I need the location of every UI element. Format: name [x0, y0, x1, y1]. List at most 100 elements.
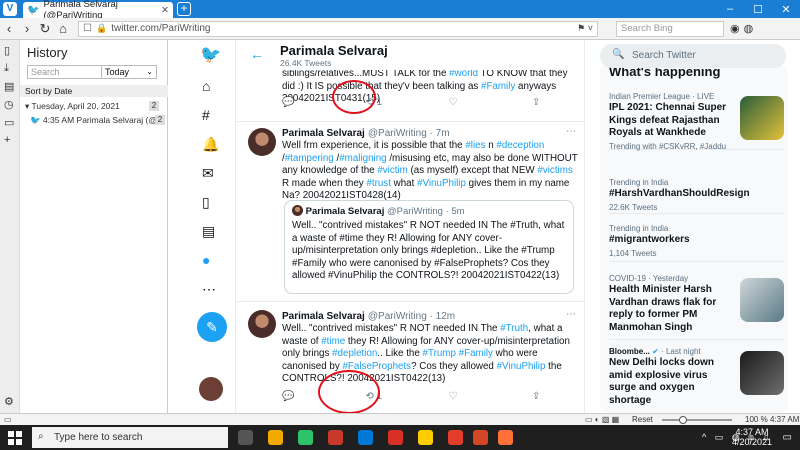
settings-gear-icon[interactable]: ⚙: [4, 395, 14, 408]
window-panel-icon[interactable]: ▭: [4, 116, 14, 129]
quoted-tweet[interactable]: Parimala Selvaraj @PariWriting · 5m Well…: [284, 200, 574, 294]
minimize-icon[interactable]: –: [716, 3, 744, 16]
page-tiling-icon[interactable]: ▭ ◐ ▧ ▦: [585, 415, 619, 424]
bookmarks-icon[interactable]: ▯: [202, 194, 210, 211]
tweet-author-handle[interactable]: @PariWriting · 7m: [368, 128, 450, 139]
tweet-2[interactable]: Parimala Selvaraj @PariWriting · 7m ⋯ We…: [236, 122, 584, 302]
maximize-icon[interactable]: ☐: [744, 3, 772, 16]
trend-item[interactable]: Trending in India #migrantworkers 1,104 …: [609, 224, 784, 262]
twitter-logo-icon[interactable]: 🐦: [200, 45, 221, 65]
downloads-panel-icon[interactable]: ⤓: [4, 62, 9, 75]
vivaldi-icon[interactable]: [388, 430, 403, 445]
reload-icon[interactable]: ↻: [36, 21, 54, 37]
zoom-reset-button[interactable]: Reset: [632, 415, 653, 424]
history-search-input[interactable]: Search: [27, 65, 103, 79]
home-icon[interactable]: ⌂: [202, 78, 210, 94]
compose-tweet-button[interactable]: ✎: [197, 312, 227, 342]
notifications-bell-icon[interactable]: 🔔: [202, 136, 219, 153]
vivaldi-logo-icon[interactable]: V: [3, 2, 17, 16]
add-panel-icon[interactable]: +: [4, 134, 10, 146]
chrome-icon[interactable]: [418, 430, 433, 445]
file-explorer-icon[interactable]: [268, 430, 283, 445]
trend-item[interactable]: COVID-19 · Yesterday Health Minister Har…: [609, 274, 784, 340]
hashtag-link[interactable]: #depletion: [332, 348, 377, 359]
explore-hashtag-icon[interactable]: #: [202, 107, 210, 123]
bookmark-page-icon[interactable]: ⚑ ˅: [577, 23, 593, 34]
lock-icon[interactable]: 🔒: [96, 23, 107, 34]
hashtag-link[interactable]: #victim: [377, 165, 407, 176]
sort-by-date-header[interactable]: Sort by Date: [20, 85, 168, 97]
trend-item[interactable]: Indian Premier League · LIVE IPL 2021: C…: [609, 92, 784, 151]
back-icon[interactable]: ‹: [0, 21, 18, 36]
forward-icon[interactable]: ›: [18, 21, 36, 36]
hashtag-link[interactable]: #victims: [537, 165, 572, 176]
url-field[interactable]: ☐ 🔒 twitter.com/PariWriting ⚑ ˅: [78, 20, 598, 37]
reply-icon[interactable]: 💬: [282, 391, 322, 402]
taskbar-clock[interactable]: 4:37 AM 4/20/2021: [732, 427, 772, 447]
bing-search-input[interactable]: Search Bing: [616, 20, 724, 37]
zoom-slider-handle[interactable]: [679, 416, 687, 424]
panel-toggle-icon[interactable]: ▭: [4, 415, 12, 424]
browser-tab[interactable]: 🐦 Parimala Selvaraj (@PariWriting ✕: [23, 0, 173, 21]
firefox-icon[interactable]: [498, 430, 513, 445]
new-tab-button[interactable]: +: [177, 2, 191, 16]
more-options-icon[interactable]: ⋯: [566, 126, 576, 137]
history-day-group[interactable]: ▾ Tuesday, April 20, 2021 2: [25, 101, 165, 112]
powerpoint-icon[interactable]: [473, 430, 488, 445]
reply-icon[interactable]: 💬: [282, 97, 322, 108]
trend-item[interactable]: Bloombe... ✔ · Last night New Delhi lock…: [609, 347, 784, 409]
hashtag-link[interactable]: #lies: [465, 140, 485, 151]
hashtag-link[interactable]: #Truth: [500, 323, 528, 334]
zoom-slider[interactable]: [662, 416, 732, 424]
tweet-author-name[interactable]: Parimala Selvaraj: [282, 311, 365, 322]
tweet-3[interactable]: Parimala Selvaraj @PariWriting · 12m ⋯ W…: [236, 302, 584, 413]
like-icon[interactable]: ♡: [449, 391, 489, 402]
hashtag-link[interactable]: #VinuPhilip: [417, 178, 466, 189]
windows-store-icon[interactable]: [358, 430, 373, 445]
twitter-search-input[interactable]: 🔍 Search Twitter: [600, 44, 786, 68]
hashtag-link[interactable]: #Family: [459, 348, 493, 359]
history-range-select[interactable]: Today ⌄: [101, 65, 157, 79]
avatar[interactable]: [248, 128, 276, 156]
tweet-1[interactable]: siblings/relatives...MUST TALK for the #…: [236, 68, 584, 122]
lists-icon[interactable]: ▤: [202, 223, 215, 240]
profile-person-icon[interactable]: ●: [202, 252, 210, 268]
tweet-author-handle[interactable]: @PariWriting · 12m: [368, 311, 455, 322]
notes-panel-icon[interactable]: ▤: [4, 80, 14, 93]
toolbar-extension-icons[interactable]: ◉◍: [730, 22, 757, 35]
more-options-icon[interactable]: ⋯: [566, 309, 576, 320]
hashtag-link[interactable]: #time: [321, 336, 345, 347]
back-arrow-icon[interactable]: ←: [250, 46, 264, 62]
office-icon[interactable]: [328, 430, 343, 445]
hashtag-link[interactable]: #Trump: [423, 348, 456, 359]
messages-mail-icon[interactable]: ✉: [202, 165, 214, 182]
more-circle-icon[interactable]: ⋯: [202, 281, 216, 298]
edge-icon[interactable]: [298, 430, 313, 445]
like-icon[interactable]: ♡: [449, 97, 489, 108]
task-view-icon[interactable]: [238, 430, 253, 445]
home-icon[interactable]: ⌂: [54, 21, 72, 36]
close-tab-icon[interactable]: ✕: [161, 5, 169, 16]
hashtag-link[interactable]: #deception: [496, 140, 544, 151]
hashtag-link[interactable]: #trust: [366, 178, 391, 189]
hashtag-link[interactable]: #Family: [481, 81, 515, 92]
windows-start-icon[interactable]: [8, 431, 22, 445]
notifications-icon[interactable]: ▭: [783, 432, 792, 443]
trend-item[interactable]: Trending in India #HarshVardhanShouldRes…: [609, 178, 784, 214]
hashtag-link[interactable]: #VinuPhilip: [497, 361, 546, 372]
account-avatar[interactable]: [199, 377, 223, 401]
close-window-icon[interactable]: ✕: [772, 3, 800, 16]
hashtag-link[interactable]: #tampering: [285, 153, 334, 164]
history-panel-icon[interactable]: ◷: [4, 98, 14, 111]
tweet-author-name[interactable]: Parimala Selvaraj: [282, 128, 365, 139]
bookmarks-panel-icon[interactable]: ▯: [4, 44, 10, 57]
history-entry[interactable]: 🐦 4:35 AM Parimala Selvaraj (@... 2: [30, 115, 165, 126]
avatar[interactable]: [248, 310, 276, 338]
bookmark-icon[interactable]: ☐: [83, 23, 92, 34]
taskbar-search-input[interactable]: ⌕ Type here to search: [32, 427, 228, 448]
hashtag-link[interactable]: #maligning: [339, 153, 386, 164]
vivaldi-active-icon[interactable]: [448, 430, 463, 445]
trend-title: Health Minister Harsh Vardhan draws flak…: [609, 284, 717, 333]
share-icon[interactable]: ⇪: [532, 97, 572, 108]
share-icon[interactable]: ⇪: [532, 391, 572, 402]
